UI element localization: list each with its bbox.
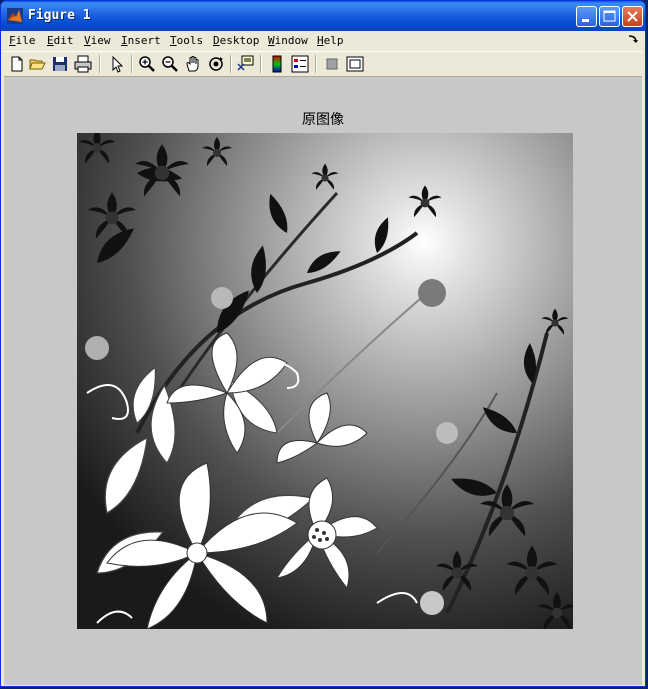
save-icon xyxy=(53,57,67,71)
close-icon xyxy=(627,11,638,22)
open-file-icon xyxy=(29,59,46,70)
axes-title: 原图像 xyxy=(302,112,344,128)
toolbar-separator xyxy=(230,55,232,73)
toolbar-separator xyxy=(131,55,133,73)
curved-arrow-icon[interactable] xyxy=(628,34,638,44)
pan-button[interactable] xyxy=(184,55,202,73)
edit-plot-button[interactable] xyxy=(108,55,126,73)
maximize-button[interactable] xyxy=(599,6,620,27)
menu-file[interactable]: File xyxy=(9,34,36,47)
menu-view[interactable]: View xyxy=(84,34,111,47)
hide-plot-tools-icon xyxy=(326,58,338,70)
grayscale-floral-image[interactable] xyxy=(77,133,573,629)
menu-bar: File Edit View Insert Tools Desktop Wind… xyxy=(4,31,642,51)
close-button[interactable] xyxy=(622,6,643,27)
menu-desktop[interactable]: Desktop xyxy=(213,34,259,47)
open-file-button[interactable] xyxy=(29,55,47,73)
data-cursor-icon xyxy=(237,55,254,71)
show-plot-tools-icon xyxy=(346,56,364,72)
minimize-icon xyxy=(582,19,589,22)
insert-colorbar-button[interactable] xyxy=(268,55,286,73)
insert-legend-button[interactable] xyxy=(291,55,309,73)
figure-window: Figure 1 File Edit View Insert Tools Des… xyxy=(0,0,646,687)
zoom-in-icon xyxy=(139,56,155,72)
edit-plot-arrow-icon xyxy=(112,55,124,73)
insert-legend-icon xyxy=(291,55,309,73)
rotate-3d-icon xyxy=(209,57,223,71)
zoom-out-icon xyxy=(162,56,178,72)
insert-colorbar-icon xyxy=(272,55,282,73)
toolbar-separator xyxy=(99,55,101,73)
title-bar[interactable]: Figure 1 xyxy=(1,1,645,31)
window-title: Figure 1 xyxy=(28,8,91,23)
pan-hand-icon xyxy=(186,55,199,72)
save-button[interactable] xyxy=(51,55,69,73)
menu-tools[interactable]: Tools xyxy=(170,34,203,47)
toolbar-separator xyxy=(260,55,262,73)
minimize-button[interactable] xyxy=(576,6,597,27)
rotate-3d-button[interactable] xyxy=(207,55,225,73)
menu-insert[interactable]: Insert xyxy=(121,34,161,47)
zoom-out-button[interactable] xyxy=(161,55,179,73)
new-figure-icon xyxy=(11,56,23,72)
menu-help[interactable]: Help xyxy=(317,34,344,47)
figure-toolbar xyxy=(4,51,642,77)
menu-window[interactable]: Window xyxy=(268,34,308,47)
figure-canvas: 原图像 xyxy=(4,77,642,685)
print-icon xyxy=(74,55,92,73)
new-figure-button[interactable] xyxy=(8,55,26,73)
maximize-icon xyxy=(603,10,616,22)
data-cursor-button[interactable] xyxy=(237,55,255,73)
zoom-in-button[interactable] xyxy=(138,55,156,73)
menu-edit[interactable]: Edit xyxy=(47,34,74,47)
hide-plot-tools-button[interactable] xyxy=(323,55,341,73)
print-button[interactable] xyxy=(74,55,92,73)
matlab-logo-icon xyxy=(7,8,23,24)
toolbar-separator xyxy=(315,55,317,73)
show-plot-tools-button[interactable] xyxy=(346,55,364,73)
